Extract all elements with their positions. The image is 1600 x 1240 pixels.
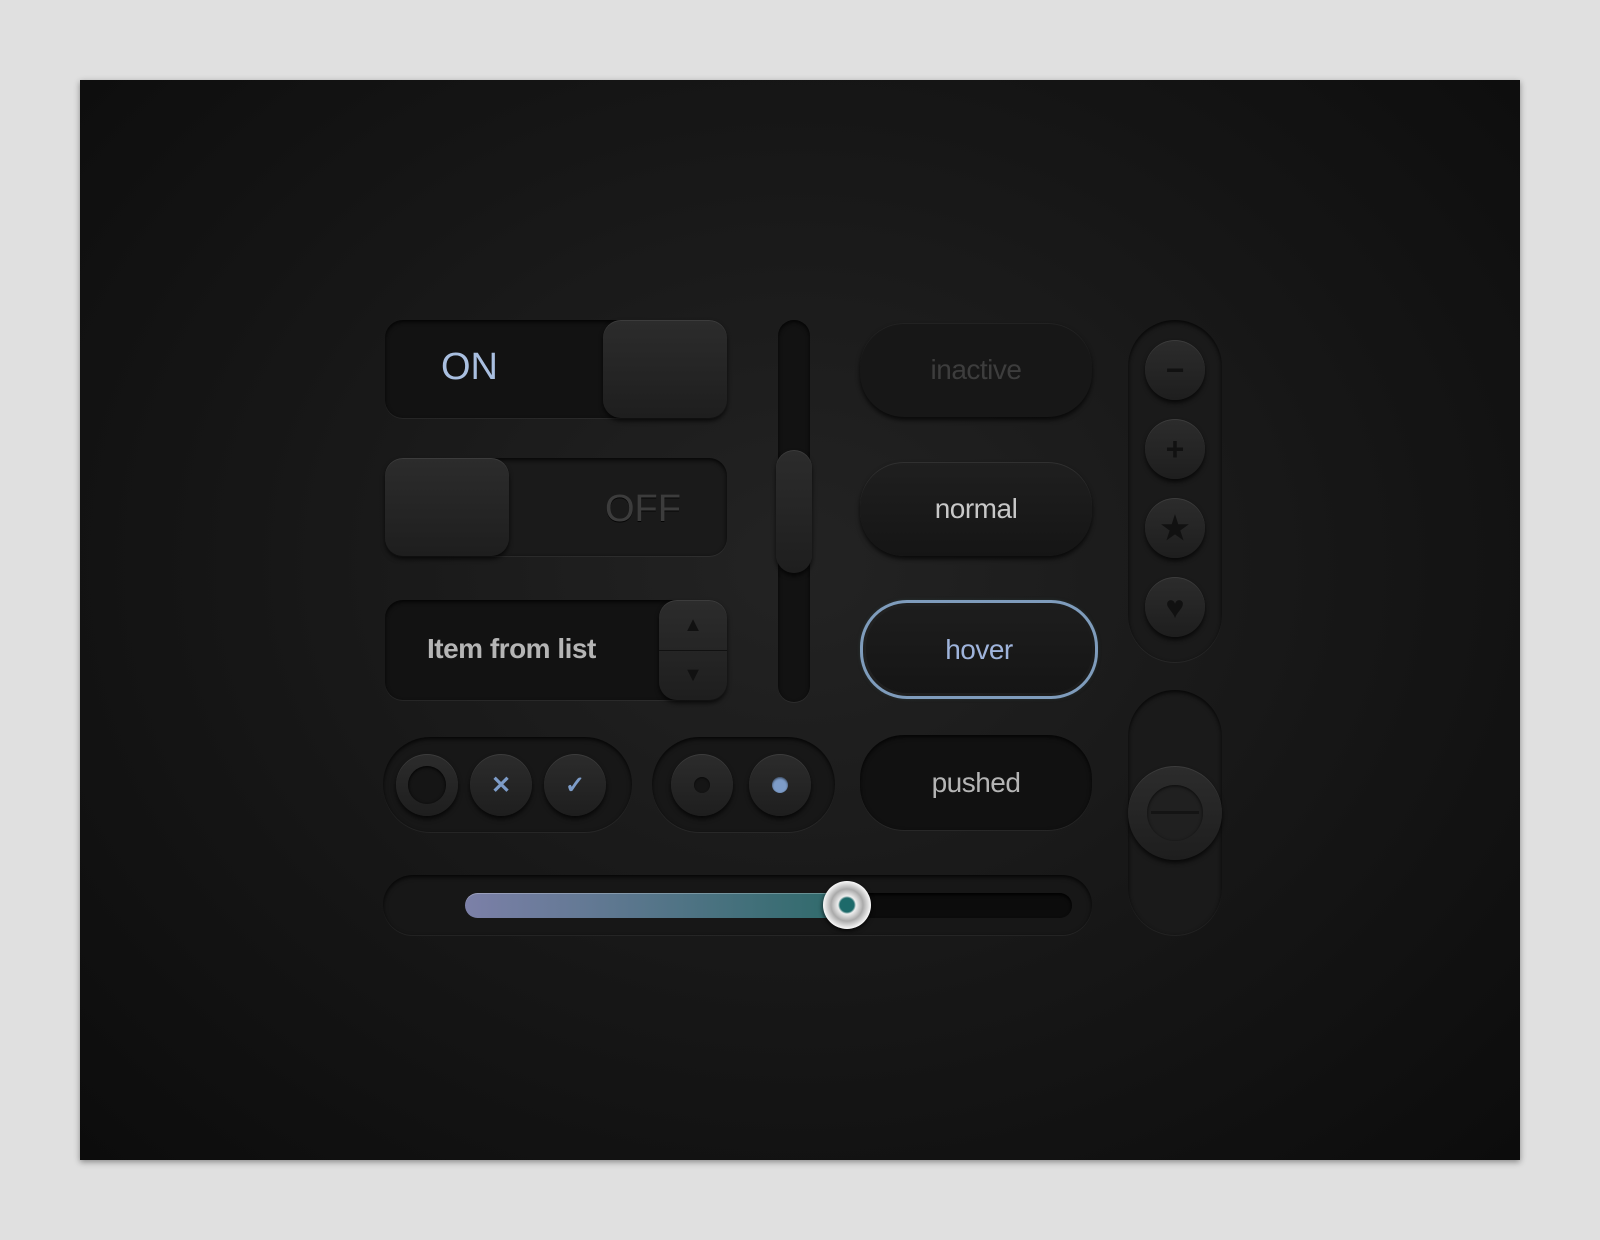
toggle-off-label: OFF — [605, 488, 681, 530]
checkbox-check[interactable]: ✓ — [544, 754, 606, 816]
button-label: normal — [934, 493, 1018, 524]
checkbox-x[interactable]: ✕ — [470, 754, 532, 816]
vertical-scrollbar[interactable] — [776, 320, 812, 702]
toggle-on[interactable]: ON — [385, 320, 727, 418]
icon-button-group: − + ★ ♥ — [1128, 320, 1222, 662]
button-label: inactive — [930, 354, 1022, 385]
horizontal-slider[interactable] — [383, 875, 1092, 935]
pushed-button[interactable]: pushed — [860, 735, 1092, 830]
minus-icon: − — [1165, 351, 1185, 388]
radio-dot-icon — [694, 777, 710, 793]
vertical-slider-knob[interactable] — [1128, 765, 1222, 860]
toggle-knob[interactable] — [385, 458, 509, 556]
triangle-down-icon: ▼ — [683, 663, 703, 686]
hover-button[interactable]: hover — [863, 603, 1095, 696]
radio-button[interactable] — [671, 754, 733, 816]
checkbox-group: ✕ ✓ — [383, 737, 632, 832]
select-up-button[interactable]: ▲ — [659, 600, 727, 651]
select-stepper: ▲ ▼ — [659, 600, 727, 700]
scrollbar-thumb[interactable] — [776, 449, 812, 573]
normal-button[interactable]: normal — [860, 462, 1092, 556]
select-down-button[interactable]: ▼ — [659, 650, 727, 700]
vertical-slider[interactable] — [1128, 690, 1222, 935]
checkbox-indicator — [408, 766, 446, 804]
heart-button[interactable]: ♥ — [1145, 577, 1205, 637]
plus-icon: + — [1165, 430, 1185, 467]
radio-button[interactable] — [749, 754, 811, 816]
plus-button[interactable]: + — [1145, 419, 1205, 479]
toggle-off[interactable]: OFF — [385, 458, 727, 556]
slider-knob[interactable] — [823, 881, 872, 929]
button-label: pushed — [931, 766, 1021, 798]
minus-button[interactable]: − — [1145, 340, 1205, 400]
select-value: Item from list — [427, 633, 596, 664]
toggle-knob[interactable] — [603, 320, 727, 418]
button-label: hover — [945, 633, 1013, 665]
star-icon: ★ — [1160, 510, 1190, 546]
toggle-on-label: ON — [441, 346, 498, 388]
triangle-up-icon: ▲ — [683, 613, 703, 636]
slider-track[interactable] — [465, 881, 1072, 929]
x-icon: ✕ — [490, 771, 512, 799]
grip-icon — [1147, 784, 1203, 841]
radio-dot-icon — [772, 777, 788, 793]
radio-group — [652, 737, 835, 832]
inactive-button: inactive — [860, 323, 1092, 417]
heart-icon: ♥ — [1165, 588, 1185, 625]
checkbox-empty[interactable] — [396, 754, 458, 816]
list-select[interactable]: Item from list ▲ ▼ — [385, 600, 727, 700]
check-icon: ✓ — [564, 771, 586, 799]
star-button[interactable]: ★ — [1145, 498, 1205, 558]
slider-fill — [465, 893, 848, 918]
